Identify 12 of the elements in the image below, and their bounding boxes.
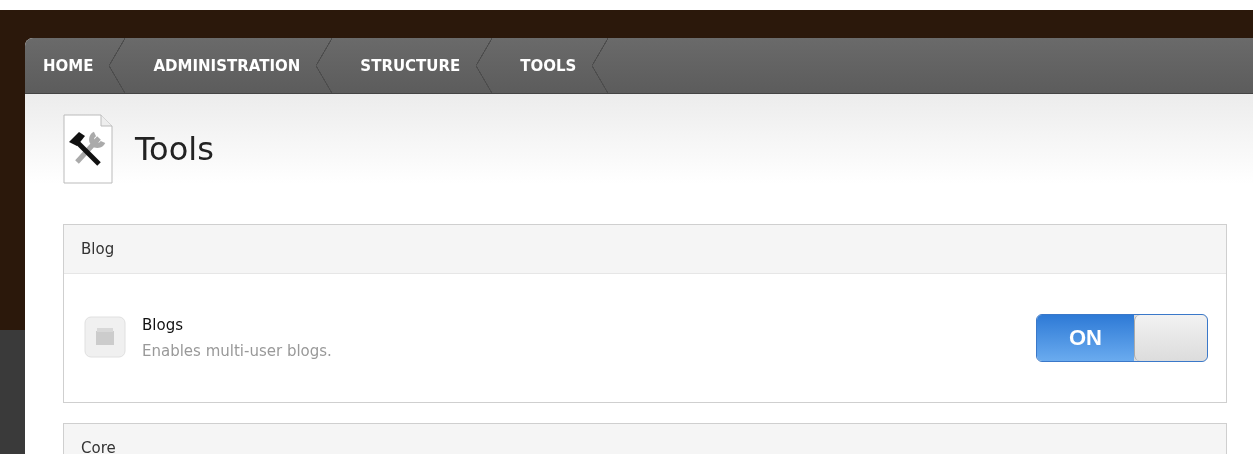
breadcrumb-link[interactable]: HOME — [25, 38, 126, 93]
page-title: Tools — [135, 130, 214, 168]
hammer-wrench-document-icon — [63, 114, 113, 184]
package-icon — [84, 316, 126, 360]
breadcrumb-link[interactable]: STRUCTURE — [332, 38, 493, 93]
section-title: Blog — [81, 240, 115, 258]
breadcrumb-link[interactable]: TOOLS — [492, 38, 609, 93]
breadcrumb-link[interactable]: ADMINISTRATION — [125, 38, 333, 93]
section-title: Core — [81, 439, 116, 454]
module-description: Enables multi-user blogs. — [142, 342, 333, 360]
toggle-switch[interactable]: ON — [1036, 314, 1208, 362]
module-name: Blogs — [142, 316, 184, 334]
